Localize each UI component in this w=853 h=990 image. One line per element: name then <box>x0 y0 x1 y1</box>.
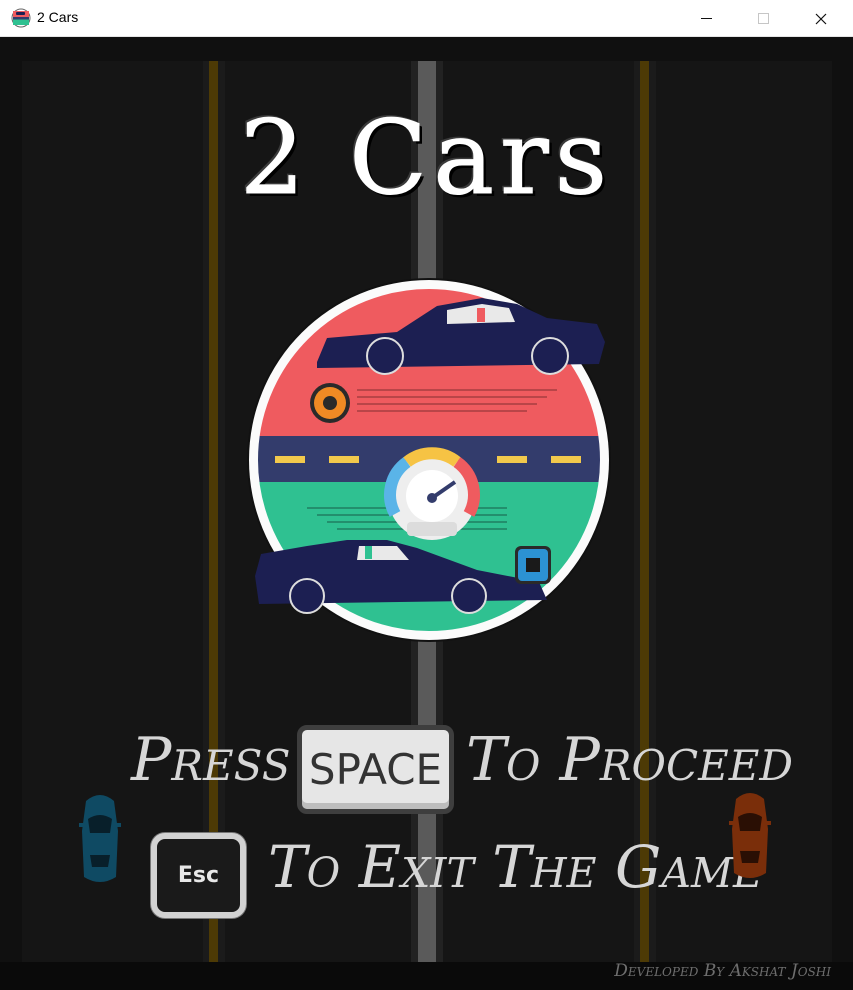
maximize-icon <box>757 13 769 24</box>
close-button[interactable] <box>798 0 844 37</box>
developer-credit: Developed By Akshat Joshi <box>614 961 831 981</box>
app-logo-icon <box>11 8 31 28</box>
maximize-button[interactable] <box>740 0 786 37</box>
game-title: 2 Cars <box>239 99 614 219</box>
left-blue-car-icon <box>79 795 121 882</box>
press-label: Press <box>131 725 291 795</box>
orange-circle-token <box>310 383 350 423</box>
proceed-label: To Proceed <box>466 725 794 795</box>
minimize-icon <box>700 18 712 19</box>
close-icon <box>815 13 827 24</box>
right-orange-car-icon <box>729 793 771 878</box>
space-key[interactable]: SPACE <box>297 725 454 814</box>
esc-key[interactable]: Esc <box>151 833 246 918</box>
exit-label: To Exit The Game <box>268 833 763 901</box>
minimize-button[interactable] <box>683 0 729 37</box>
window-title: 2 Cars <box>37 9 79 25</box>
blue-square-token <box>515 546 551 584</box>
window-titlebar: 2 Cars <box>0 0 853 37</box>
game-canvas[interactable]: 2 Cars Press SPACE To Proceed Esc To Exi… <box>0 37 853 990</box>
game-logo-emblem <box>247 278 611 642</box>
